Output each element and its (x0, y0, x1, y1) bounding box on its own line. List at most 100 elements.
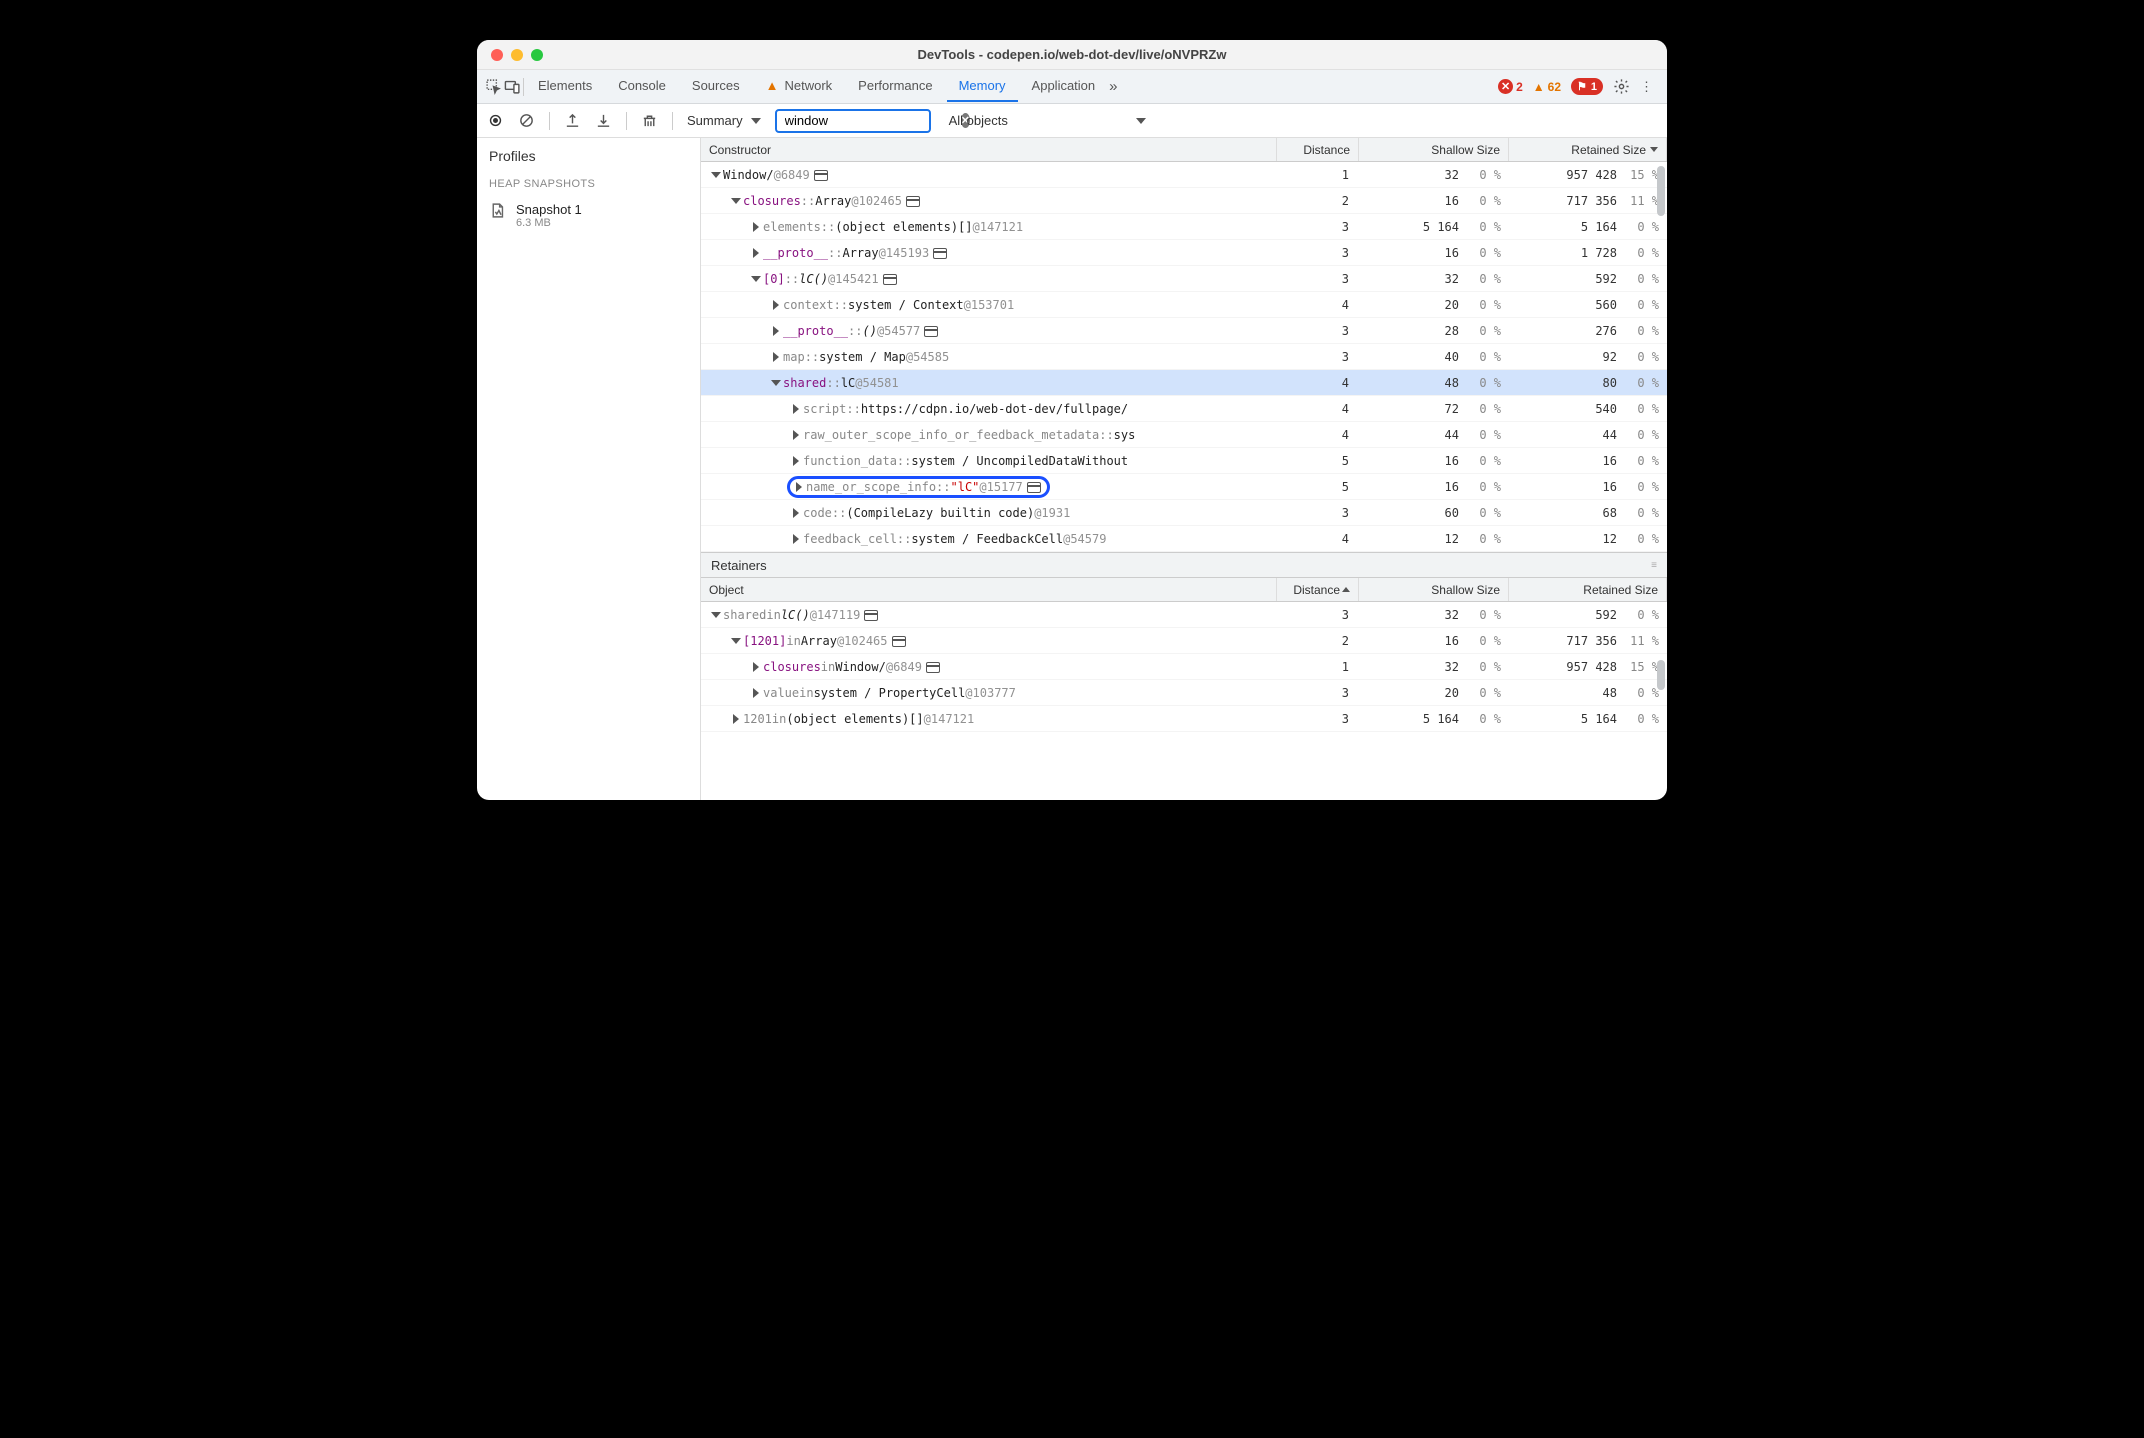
tab-elements[interactable]: Elements (526, 71, 604, 102)
table-row[interactable]: [0] :: lC() @1454213320 %5920 % (701, 266, 1667, 292)
retainers-header[interactable]: Retainers ≡ (701, 552, 1667, 578)
col-distance[interactable]: Distance (1277, 578, 1359, 601)
scrollbar-thumb[interactable] (1657, 166, 1665, 216)
disclosure-icon[interactable] (793, 508, 799, 518)
disclosure-icon[interactable] (796, 482, 802, 492)
snapshot-name: Snapshot 1 (516, 202, 582, 217)
col-shallow-size[interactable]: Shallow Size (1359, 578, 1509, 601)
flag-icon: ⚑ (1577, 80, 1587, 93)
status-indicators: ✕2 ▲62 ⚑1 ⋮ (1498, 78, 1659, 95)
table-row[interactable]: script :: https://cdpn.io/web-dot-dev/fu… (701, 396, 1667, 422)
window-title: DevTools - codepen.io/web-dot-dev/live/o… (477, 47, 1667, 62)
clear-icon[interactable] (518, 112, 535, 129)
table-row[interactable]: name_or_scope_info :: "lC" @151775160 %1… (701, 474, 1667, 500)
window-icon (864, 610, 878, 621)
disclosure-icon[interactable] (753, 248, 759, 258)
disclosure-icon[interactable] (771, 380, 781, 386)
tab-memory[interactable]: Memory (947, 71, 1018, 102)
disclosure-icon[interactable] (711, 612, 721, 618)
disclosure-icon[interactable] (731, 638, 741, 644)
disclosure-icon[interactable] (753, 688, 759, 698)
close-window-icon[interactable] (491, 49, 503, 61)
table-row[interactable]: feedback_cell :: system / FeedbackCell @… (701, 526, 1667, 552)
table-row[interactable]: Window / @68491320 %957 42815 % (701, 162, 1667, 188)
disclosure-icon[interactable] (793, 430, 799, 440)
separator (549, 112, 550, 130)
disclosure-icon[interactable] (733, 714, 739, 724)
col-shallow-size[interactable]: Shallow Size (1359, 138, 1509, 161)
profiles-sidebar: Profiles HEAP SNAPSHOTS Snapshot 1 6.3 M… (477, 138, 701, 800)
tab-performance[interactable]: Performance (846, 71, 944, 102)
scrollbar-thumb[interactable] (1657, 660, 1665, 690)
record-icon[interactable] (487, 112, 504, 129)
disclosure-icon[interactable] (773, 300, 779, 310)
table-row[interactable]: elements :: (object elements)[] @1471213… (701, 214, 1667, 240)
window-icon (883, 274, 897, 285)
download-icon[interactable] (595, 112, 612, 129)
disclosure-icon[interactable] (711, 172, 721, 178)
chevron-down-icon (1136, 118, 1146, 124)
table-row[interactable]: code :: (CompileLazy builtin code) @1931… (701, 500, 1667, 526)
table-row[interactable]: 1201 in (object elements)[] @14712135 16… (701, 706, 1667, 732)
error-count[interactable]: ✕2 (1498, 79, 1523, 94)
col-retained-size[interactable]: Retained Size (1509, 138, 1667, 161)
traffic-lights (477, 49, 543, 61)
table-row[interactable]: context :: system / Context @1537014200 … (701, 292, 1667, 318)
retainer-rows[interactable]: shared in lC() @1471193320 %5920 %[1201]… (701, 602, 1667, 800)
gear-icon[interactable] (1613, 78, 1630, 95)
col-retained-label: Retained Size (1571, 143, 1646, 157)
zoom-window-icon[interactable] (531, 49, 543, 61)
disclosure-icon[interactable] (793, 456, 799, 466)
table-row[interactable]: closures in Window / @68491320 %957 4281… (701, 654, 1667, 680)
disclosure-icon[interactable] (731, 198, 741, 204)
tab-console[interactable]: Console (606, 71, 678, 102)
class-filter-field[interactable] (785, 113, 961, 128)
issue-count[interactable]: ⚑1 (1571, 78, 1603, 95)
table-row[interactable]: closures :: Array @1024652160 %717 35611… (701, 188, 1667, 214)
table-row[interactable]: function_data :: system / UncompiledData… (701, 448, 1667, 474)
tab-application[interactable]: Application (1020, 71, 1108, 102)
table-row[interactable]: __proto__ :: () @545773280 %2760 % (701, 318, 1667, 344)
table-row[interactable]: [1201] in Array @1024652160 %717 35611 % (701, 628, 1667, 654)
sidebar-title: Profiles (477, 138, 700, 174)
window-icon (906, 196, 920, 207)
kebab-icon[interactable]: ⋮ (1640, 79, 1653, 95)
table-row[interactable]: value in system / PropertyCell @10377732… (701, 680, 1667, 706)
view-mode-label: Summary (687, 113, 743, 128)
disclosure-icon[interactable] (753, 222, 759, 232)
disclosure-icon[interactable] (751, 276, 761, 282)
separator (523, 78, 524, 96)
col-distance[interactable]: Distance (1277, 138, 1359, 161)
table-row[interactable]: shared in lC() @1471193320 %5920 % (701, 602, 1667, 628)
tab-sources[interactable]: Sources (680, 71, 752, 102)
disclosure-icon[interactable] (793, 404, 799, 414)
col-retained-size[interactable]: Retained Size (1509, 578, 1667, 601)
table-row[interactable]: map :: system / Map @545853400 %920 % (701, 344, 1667, 370)
table-row[interactable]: __proto__ :: Array @1451933160 %1 7280 % (701, 240, 1667, 266)
disclosure-icon[interactable] (793, 534, 799, 544)
memory-toolbar: Summary ✕ All objects (477, 104, 1667, 138)
constructor-rows[interactable]: Window / @68491320 %957 42815 %closures … (701, 162, 1667, 552)
object-scope-dropdown[interactable]: All objects (949, 113, 1146, 128)
snapshot-item[interactable]: Snapshot 1 6.3 MB (477, 196, 700, 235)
disclosure-icon[interactable] (773, 352, 779, 362)
table-row[interactable]: shared :: lC @545814480 %800 % (701, 370, 1667, 396)
disclosure-icon[interactable] (753, 662, 759, 672)
device-toggle-icon[interactable] (504, 78, 521, 95)
col-object[interactable]: Object (701, 578, 1277, 601)
table-row[interactable]: raw_outer_scope_info_or_feedback_metadat… (701, 422, 1667, 448)
warning-count[interactable]: ▲62 (1533, 80, 1561, 94)
tab-network[interactable]: ▲Network (754, 71, 845, 102)
class-filter-input[interactable]: ✕ (775, 109, 931, 133)
minimize-window-icon[interactable] (511, 49, 523, 61)
upload-icon[interactable] (564, 112, 581, 129)
window-icon (892, 636, 906, 647)
more-tabs-icon[interactable]: » (1109, 78, 1117, 95)
snapshot-size: 6.3 MB (516, 217, 582, 229)
view-mode-dropdown[interactable]: Summary (687, 113, 761, 128)
col-constructor[interactable]: Constructor (701, 138, 1277, 161)
inspect-icon[interactable] (485, 78, 502, 95)
gc-icon[interactable] (641, 112, 658, 129)
disclosure-icon[interactable] (773, 326, 779, 336)
drag-handle-icon[interactable]: ≡ (1651, 560, 1659, 571)
